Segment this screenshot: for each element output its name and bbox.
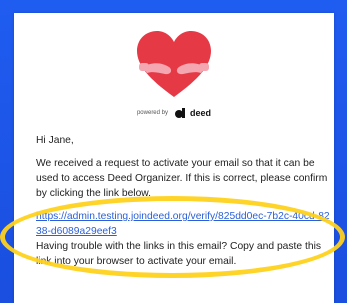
email-card: powered by deed Hi Jane, We received a r… xyxy=(14,13,334,303)
screen-background: powered by deed Hi Jane, We received a r… xyxy=(0,0,347,303)
hug-heart-logo xyxy=(14,27,334,103)
powered-by-deed: powered by deed xyxy=(14,107,334,119)
greeting: Hi Jane, xyxy=(36,135,74,146)
trouble-paragraph: Having trouble with the links in this em… xyxy=(36,241,322,267)
verify-link[interactable]: https://admin.testing.joindeed.org/verif… xyxy=(36,209,332,239)
deed-mark-icon xyxy=(175,108,185,118)
activation-paragraph: We received a request to activate your e… xyxy=(36,158,328,199)
email-body: Hi Jane, We received a request to activa… xyxy=(36,133,332,269)
deed-logo: deed xyxy=(174,107,211,119)
heart-icon xyxy=(137,31,211,97)
powered-by-label: powered by xyxy=(136,110,168,116)
deed-wordmark: deed xyxy=(190,108,212,118)
